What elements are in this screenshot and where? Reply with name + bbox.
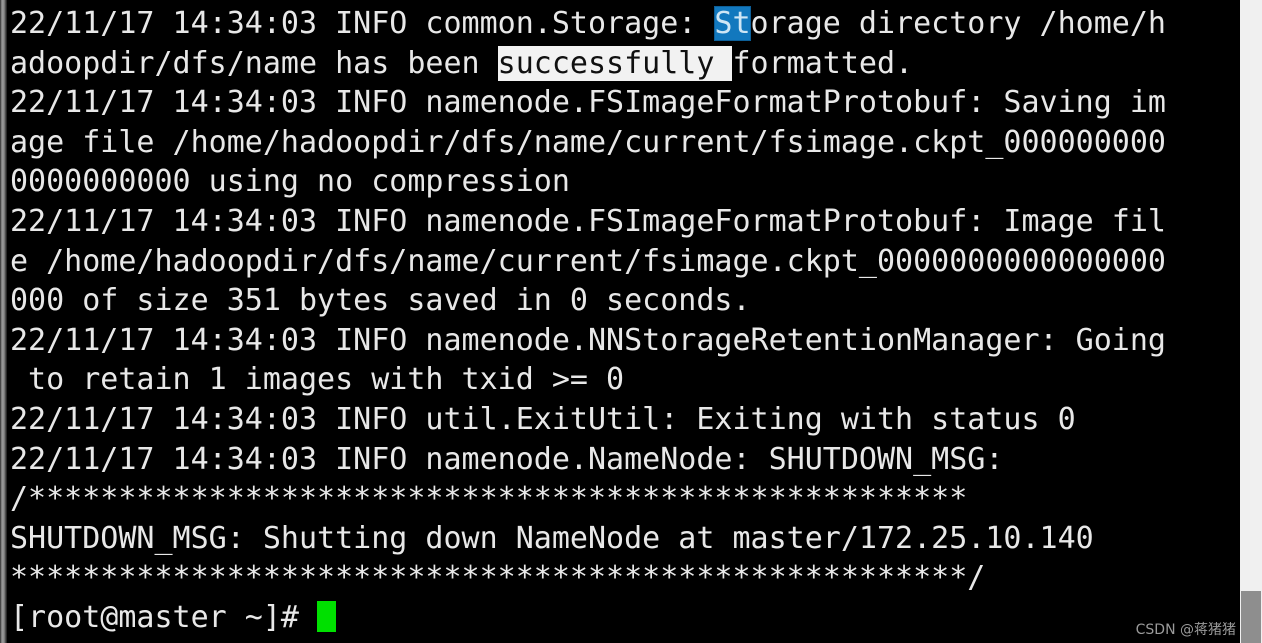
log-text: adoopdir/dfs/name has been <box>10 45 498 81</box>
terminal-line: adoopdir/dfs/name has been successfully … <box>10 44 1240 84</box>
terminal-line: 0000000000 using no compression <box>10 164 570 200</box>
terminal-line: 22/11/17 14:34:03 INFO namenode.FSImageF… <box>10 85 1166 121</box>
search-match-highlight[interactable]: successfully <box>497 45 733 81</box>
terminal-line: 22/11/17 14:34:03 INFO util.ExitUtil: Ex… <box>10 401 1076 437</box>
terminal-line: e /home/hadoopdir/dfs/name/current/fsima… <box>10 243 1166 279</box>
vertical-scrollbar[interactable] <box>1240 0 1262 643</box>
terminal-line: 22/11/17 14:34:03 INFO common.Storage: S… <box>10 4 1240 44</box>
terminal-window: 22/11/17 14:34:03 INFO common.Storage: S… <box>0 0 1262 643</box>
terminal-screen[interactable]: 22/11/17 14:34:03 INFO common.Storage: S… <box>7 0 1240 643</box>
log-text: 22/11/17 14:34:03 INFO common.Storage: <box>10 6 715 41</box>
selection-highlight[interactable]: St <box>714 6 751 41</box>
log-text: formatted. <box>732 45 914 81</box>
shell-prompt: [root@master ~]# <box>10 599 318 635</box>
terminal-line: 22/11/17 14:34:03 INFO namenode.NNStorag… <box>10 322 1166 358</box>
terminal-line: /***************************************… <box>10 481 968 517</box>
terminal-line: SHUTDOWN_MSG: Shutting down NameNode at … <box>10 520 1094 556</box>
terminal-line: to retain 1 images with txid >= 0 <box>10 362 625 398</box>
block-cursor <box>317 600 337 632</box>
terminal-line: 22/11/17 14:34:03 INFO namenode.NameNode… <box>10 441 1004 477</box>
terminal-line: 000 of size 351 bytes saved in 0 seconds… <box>10 283 751 319</box>
terminal-line: 22/11/17 14:34:03 INFO namenode.FSImageF… <box>10 203 1166 239</box>
window-left-edge <box>0 0 7 643</box>
watermark: CSDN @蒋猪猪 <box>1135 622 1236 638</box>
terminal-line: ****************************************… <box>10 560 986 596</box>
scrollbar-thumb[interactable] <box>1241 591 1261 643</box>
terminal-line: age file /home/hadoopdir/dfs/name/curren… <box>10 124 1166 160</box>
log-text: orage directory /home/h <box>750 6 1166 41</box>
terminal-prompt-line[interactable]: [root@master ~]# <box>10 598 1240 638</box>
